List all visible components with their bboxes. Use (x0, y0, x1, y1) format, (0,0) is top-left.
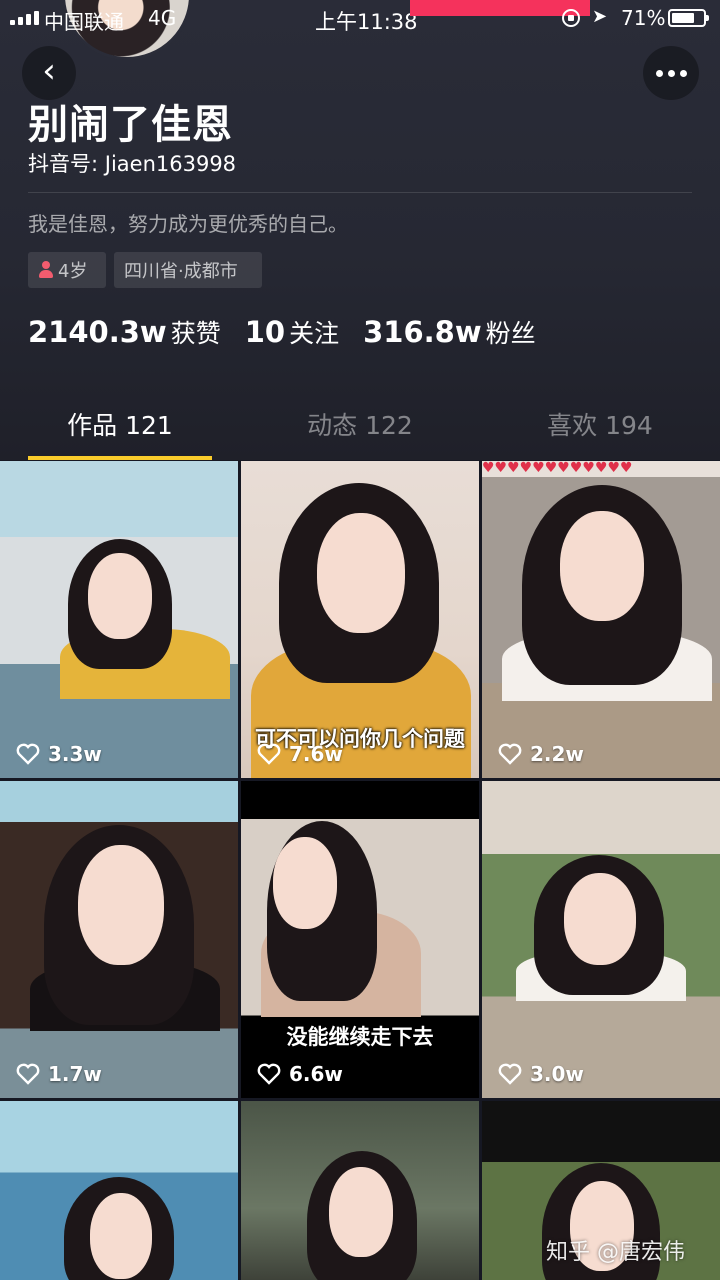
following-label[interactable]: 关注 (289, 314, 339, 350)
more-button[interactable] (643, 46, 699, 100)
likes-count: 2140.3w (28, 315, 167, 349)
signal-icon (10, 11, 39, 25)
location-tag-label: 四川省·成都市 (124, 261, 238, 282)
video-likes-count: 2.2w (530, 742, 584, 766)
video-likes: 6.6w (257, 1062, 343, 1086)
battery-icon (668, 9, 709, 27)
video-likes: 3.3w (16, 742, 102, 766)
location-tag: 四川省·成都市 (114, 252, 262, 288)
age-tag: 4岁 (28, 252, 106, 288)
battery-percent: 71% (621, 6, 666, 30)
video-thumbnail[interactable]: 3.3w (0, 461, 238, 778)
heart-border-icon: ♥♥♥♥♥♥♥♥♥♥♥♥ (482, 461, 633, 476)
video-likes-count: 1.7w (48, 1062, 102, 1086)
status-bar: 中国联通 4G 上午11:38 ➤ 71% (0, 0, 720, 36)
watermark: 知乎 @唐宏伟 (546, 1240, 685, 1265)
profile-stats: 2140.3w 获赞 10 关注 316.8w 粉丝 (28, 314, 560, 350)
heart-icon (498, 743, 522, 765)
video-likes-count: 3.0w (530, 1062, 584, 1086)
video-likes: 3.0w (498, 1062, 584, 1086)
following-count[interactable]: 10 (245, 315, 285, 349)
video-grid: 3.3w 可不可以问你几个问题 7.6w ♥♥♥♥♥♥♥♥♥♥♥♥ 2.2w 1… (0, 461, 720, 1280)
likes-label: 获赞 (170, 319, 221, 348)
video-likes-count: 7.6w (289, 742, 343, 766)
video-likes-count: 3.3w (48, 742, 102, 766)
followers-count[interactable]: 316.8w (363, 315, 482, 349)
video-thumbnail[interactable]: ♥♥♥♥♥♥♥♥♥♥♥♥ 2.2w (482, 461, 720, 778)
carrier-label: 中国联通 (44, 10, 124, 34)
profile-bio: 我是佳恩，努力成为更优秀的自己。 (28, 212, 348, 236)
video-thumbnail[interactable] (0, 1101, 238, 1280)
heart-icon (257, 743, 281, 765)
video-likes-count: 6.6w (289, 1062, 343, 1086)
video-thumbnail[interactable]: 可不可以问你几个问题 7.6w (241, 461, 479, 778)
more-dots-icon (655, 69, 663, 77)
location-arrow-icon: ➤ (592, 6, 608, 27)
lock-rotation-icon (562, 9, 580, 27)
followers-label[interactable]: 粉丝 (486, 314, 536, 350)
network-label: 4G (148, 6, 177, 30)
video-thumbnail[interactable] (241, 1101, 479, 1280)
video-thumbnail[interactable]: 1.7w (0, 781, 238, 1098)
heart-icon (16, 743, 40, 765)
tab-moments[interactable]: 动态 122 (240, 396, 480, 460)
douyin-id: 抖音号: Jiaen163998 (28, 152, 237, 176)
age-tag-label: 4岁 (58, 261, 88, 282)
video-likes: 2.2w (498, 742, 584, 766)
video-likes: 7.6w (257, 742, 343, 766)
video-thumbnail[interactable]: 3.0w (482, 781, 720, 1098)
tab-indicator (28, 456, 212, 460)
tab-liked[interactable]: 喜欢 194 (480, 396, 720, 460)
tab-works[interactable]: 作品 121 (0, 396, 240, 460)
video-likes: 1.7w (16, 1062, 102, 1086)
divider (28, 192, 692, 193)
heart-icon (498, 1063, 522, 1085)
profile-nickname: 别闹了佳恩 (28, 102, 233, 148)
video-caption: 没能继续走下去 (286, 1025, 434, 1049)
heart-icon (16, 1063, 40, 1085)
back-arrow-icon: ‹ (42, 51, 56, 91)
video-thumbnail[interactable]: 没能继续走下去 6.6w (241, 781, 479, 1098)
profile-tabs: 作品 121 动态 122 喜欢 194 (0, 396, 720, 460)
gender-female-icon (38, 261, 54, 279)
status-time: 上午11:38 (315, 10, 418, 34)
heart-icon (257, 1063, 281, 1085)
